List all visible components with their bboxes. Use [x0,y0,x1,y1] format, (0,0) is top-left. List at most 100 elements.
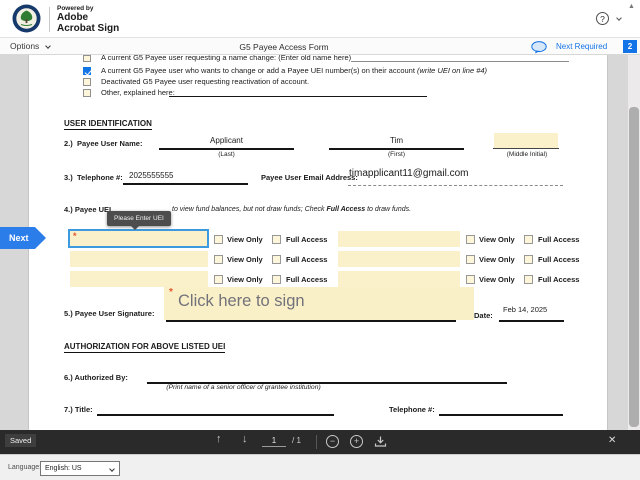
title-telephone-label: Telephone #: [389,405,435,414]
view-only-checkbox-5[interactable] [466,255,475,264]
full-access-label: Full Access [538,235,580,244]
telephone-label: Telephone #: [77,173,123,182]
zoom-in-button[interactable]: + [350,435,363,448]
title-line [97,414,334,416]
title-telephone-line [439,414,563,416]
full-access-label: Full Access [286,275,328,284]
checkbox-other[interactable] [83,89,91,97]
page-number-input[interactable]: 1 [262,434,286,447]
middle-initial-field[interactable] [494,133,558,148]
last-name-line [159,148,294,150]
uei-field-1[interactable]: * [68,229,209,248]
next-required-link[interactable]: Next Required [556,42,607,51]
vertical-scrollbar[interactable] [628,55,640,430]
view-only-label: View Only [227,275,263,284]
signature-placeholder[interactable]: Click here to sign [178,292,305,311]
brand-name-adobe: Adobe [57,12,89,23]
help-icon: ? [596,12,609,25]
email-label: Payee User Email Address: [261,173,358,182]
full-access-label: Full Access [538,255,580,264]
view-only-label: View Only [227,235,263,244]
document-viewer: A current G5 Payee user requesting a nam… [0,55,628,430]
signature-line [166,320,456,322]
chevron-down-icon [44,43,51,49]
full-access-label: Full Access [286,235,328,244]
date-value: Feb 14, 2025 [503,305,548,314]
language-selected-value: English: US [45,465,82,472]
close-icon[interactable]: ✕ [608,435,616,446]
page-total-label: / 1 [292,436,301,445]
zoom-out-button[interactable]: − [326,435,339,448]
header-divider [49,7,50,32]
checkbox-reactivation[interactable] [83,78,91,86]
checkbox-name-change[interactable] [83,55,91,62]
line-number: 3.) [64,173,73,182]
full-access-label: Full Access [538,275,580,284]
language-bar: Language: English: US [0,454,640,480]
view-only-checkbox-3[interactable] [214,275,223,284]
uei-field-3[interactable] [70,271,208,287]
fill-in-line [169,96,427,97]
required-asterisk: * [169,287,173,298]
page-up-button[interactable]: ↑ [216,433,222,445]
full-access-checkbox-6[interactable] [524,275,533,284]
full-access-checkbox-2[interactable] [272,255,281,264]
options-label: Options [10,41,40,51]
section-authorization: AUTHORIZATION FOR ABOVE LISTED UEI [64,342,226,353]
checkbox-label: A current G5 Payee user requesting a nam… [101,55,352,62]
checkbox-label: A current G5 Payee user who wants to cha… [101,66,488,75]
language-select[interactable]: English: US [40,461,120,476]
options-bar: Options G5 Payee Access Form Next Requir… [0,38,640,55]
email-value[interactable]: timapplicant11@gmail.com [349,168,468,179]
full-access-checkbox-4[interactable] [524,235,533,244]
checkbox-label: Other, explained here: [101,88,175,97]
first-caption: (First) [388,151,405,158]
view-only-checkbox-4[interactable] [466,235,475,244]
comment-icon[interactable] [531,41,547,54]
full-access-checkbox-5[interactable] [524,255,533,264]
view-only-checkbox-1[interactable] [214,235,223,244]
pdf-page: A current G5 Payee user requesting a nam… [28,55,608,430]
view-only-label: View Only [479,235,515,244]
next-required-count-badge: 2 [623,40,637,53]
checkbox-change-add-uei[interactable] [83,67,91,75]
last-caption: (Last) [218,151,235,158]
first-name-value[interactable]: Tim [329,136,464,145]
last-name-value[interactable]: Applicant [159,136,294,145]
full-access-checkbox-3[interactable] [272,275,281,284]
fill-in-line [351,61,569,62]
agency-seal-logo [12,4,41,33]
email-line [348,185,563,186]
uei-field-2[interactable] [70,251,208,267]
view-only-checkbox-2[interactable] [214,255,223,264]
uei-field-5[interactable] [338,251,460,267]
full-access-label: Full Access [286,255,328,264]
middle-caption: (Middle Initial) [506,151,548,158]
uei-line-instructions: to view fund balances, but not draw fund… [172,206,412,213]
download-button[interactable] [374,435,387,448]
uei-field-4[interactable] [338,231,460,247]
view-only-checkbox-6[interactable] [466,275,475,284]
payee-user-name-label: Payee User Name: [77,139,143,148]
help-button[interactable]: ? [596,12,624,27]
scrollbar-thumb[interactable] [629,107,639,427]
authorized-by-label: 6.) Authorized By: [64,373,128,382]
options-menu-button[interactable]: Options [10,41,51,51]
uei-field-6[interactable] [338,271,460,287]
date-label: Date: [474,311,493,320]
telephone-line [123,183,248,185]
checkbox-note: (write UEI on line #4) [414,66,488,75]
full-access-checkbox-1[interactable] [272,235,281,244]
title-label: 7.) Title: [64,405,93,414]
telephone-value[interactable]: 2025555555 [129,171,174,180]
brand-block: Powered by Adobe Acrobat Sign [57,5,119,34]
required-asterisk: * [73,231,77,241]
viewer-toolbar: Saved ↑ ↓ 1 / 1 − + ✕ [0,430,640,454]
checkbox-label: Deactivated G5 Payee user requesting rea… [101,77,310,86]
authorized-by-caption: (Print name of a senior officer of grant… [166,384,321,391]
uei-tooltip: Please Enter UEI [107,211,171,230]
page-down-button[interactable]: ↓ [242,433,248,445]
brand-name-acrobat-sign: Acrobat Sign [57,22,120,34]
scroll-up-icon[interactable]: ▲ [628,3,635,10]
signature-label: 5.) Payee User Signature: [64,309,155,318]
